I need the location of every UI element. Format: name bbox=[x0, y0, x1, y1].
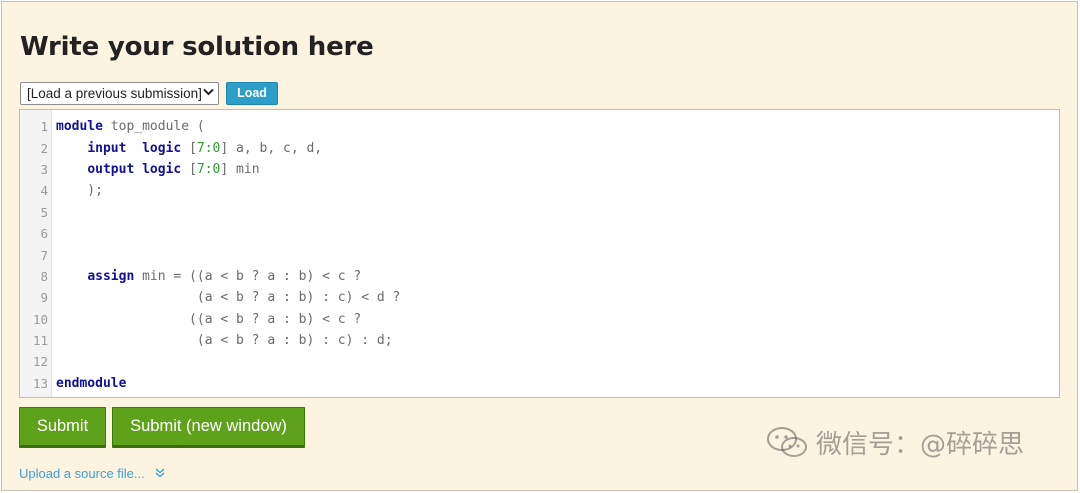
code-text: assign min = ((a < b ? a : b) < c ? bbox=[56, 269, 361, 284]
line-number: 2 bbox=[40, 140, 48, 156]
code-token: ); bbox=[56, 183, 103, 199]
code-keyword: endmodule bbox=[56, 375, 127, 391]
code-keyword: module bbox=[56, 119, 103, 135]
load-button[interactable]: Load bbox=[226, 81, 278, 105]
chevron-down-icon bbox=[203, 87, 214, 99]
code-line: 10 ((a < b ? a : b) < c ? bbox=[20, 309, 1059, 330]
code-line: 12 bbox=[20, 351, 1059, 372]
code-line: 13 endmodule bbox=[20, 373, 1059, 394]
code-text: ((a < b ? a : b) < c ? bbox=[56, 312, 361, 327]
code-number: 7:0 bbox=[196, 161, 221, 177]
code-line: 11 (a < b ? a : b) : c) : d; bbox=[20, 330, 1059, 351]
code-line: 4 ); bbox=[20, 180, 1059, 201]
code-token: (a < b ? a : b) : c) : d; bbox=[56, 333, 393, 349]
wechat-icon bbox=[767, 426, 807, 457]
line-number: 4 bbox=[40, 183, 48, 199]
code-text: module top_module ( bbox=[56, 119, 205, 134]
code-line: 6 bbox=[20, 223, 1059, 244]
code-line: 1 module top_module ( bbox=[20, 116, 1059, 137]
code-keyword: assign bbox=[87, 268, 135, 284]
line-number: 3 bbox=[40, 161, 48, 177]
code-line: 8 assign min = ((a < b ? a : b) < c ? bbox=[20, 266, 1059, 287]
line-number: 7 bbox=[40, 247, 48, 263]
code-line: 3 output logic [7:0] min bbox=[20, 159, 1059, 180]
code-token: top_module ( bbox=[102, 119, 205, 135]
submit-buttons: Submit Submit (new window) bbox=[19, 407, 305, 448]
code-token: [ bbox=[181, 140, 197, 156]
code-text: input logic [7:0] a, b, c, d, bbox=[56, 141, 322, 156]
previous-submission-select[interactable]: [Load a previous submission] bbox=[20, 81, 219, 105]
upload-source-label: Upload a source file... bbox=[19, 466, 145, 481]
code-keyword: output bbox=[87, 161, 135, 177]
page-title: Write your solution here bbox=[20, 32, 374, 62]
code-text: endmodule bbox=[56, 376, 126, 391]
code-text: ); bbox=[56, 183, 103, 198]
code-line: 9 (a < b ? a : b) : c) < d ? bbox=[20, 287, 1059, 308]
code-token: ((a < b ? a : b) < c ? bbox=[56, 311, 362, 327]
code-number: 7:0 bbox=[196, 140, 221, 156]
code-keyword: logic bbox=[142, 161, 182, 177]
code-line: 5 bbox=[20, 202, 1059, 223]
code-token: ] min bbox=[220, 161, 260, 177]
line-number: 6 bbox=[40, 226, 48, 242]
line-number: 9 bbox=[40, 290, 48, 306]
line-number: 13 bbox=[32, 375, 48, 391]
upload-source-link[interactable]: Upload a source file... bbox=[19, 466, 165, 481]
watermark: 微信号：@碎碎思 bbox=[766, 424, 1024, 461]
code-editor[interactable]: 1 module top_module (2 input logic [7:0] … bbox=[19, 109, 1060, 398]
code-line: 7 bbox=[20, 244, 1059, 265]
submit-button[interactable]: Submit bbox=[19, 407, 106, 448]
code-keyword: logic bbox=[142, 140, 182, 156]
line-number: 8 bbox=[40, 268, 48, 284]
line-number: 12 bbox=[32, 354, 48, 370]
submit-new-window-button[interactable]: Submit (new window) bbox=[112, 407, 305, 448]
code-lines: 1 module top_module (2 input logic [7:0] … bbox=[20, 116, 1059, 394]
code-token: (a < b ? a : b) : c) < d ? bbox=[56, 290, 401, 306]
code-text: output logic [7:0] min bbox=[56, 161, 260, 177]
watermark-text: 微信号：@碎碎思 bbox=[816, 430, 1025, 460]
code-keyword: input bbox=[87, 140, 127, 156]
code-token: [ bbox=[181, 161, 197, 177]
code-text: (a < b ? a : b) : c) : d; bbox=[56, 333, 393, 348]
code-text: (a < b ? a : b) : c) < d ? bbox=[56, 290, 401, 306]
line-number: 1 bbox=[40, 119, 48, 135]
line-number: 5 bbox=[40, 204, 48, 220]
load-submission-row: [Load a previous submission] Load bbox=[20, 81, 278, 105]
double-chevron-down-icon bbox=[155, 467, 165, 481]
previous-submission-select-value: [Load a previous submission] bbox=[27, 85, 202, 101]
line-number: 11 bbox=[32, 333, 48, 349]
code-line: 2 input logic [7:0] a, b, c, d, bbox=[20, 137, 1059, 158]
line-number: 10 bbox=[32, 311, 48, 327]
code-token: min = ((a < b ? a : b) < c ? bbox=[134, 268, 362, 284]
code-token: ] a, b, c, d, bbox=[220, 140, 323, 156]
